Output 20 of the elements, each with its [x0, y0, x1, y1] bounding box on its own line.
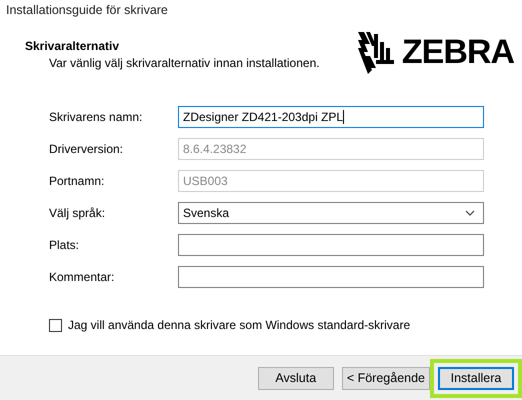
checkbox[interactable] — [49, 318, 62, 332]
field-label: Välj språk: — [49, 206, 106, 220]
zebra-head-icon — [356, 30, 396, 74]
field-label: Portnamn: — [49, 174, 106, 188]
checkbox-label: Jag vill använda denna skrivare som Windows standard-skrivare — [68, 318, 410, 332]
window-title: Installationsguide för skrivare — [5, 2, 169, 17]
field-label: Driverversion: — [49, 142, 124, 156]
language-dropdown[interactable]: Svenska — [178, 202, 484, 224]
caret-icon — [465, 210, 475, 216]
dialog-button[interactable]: < Föregående — [342, 366, 430, 390]
logo-text: ZEBRA — [402, 33, 514, 71]
section-heading: Skrivaralternativ — [25, 39, 120, 53]
dialog-button[interactable]: Avsluta — [258, 366, 334, 390]
section-description: Var vänlig välj skrivaralternativ innan installationen. — [49, 56, 320, 70]
input-field[interactable] — [178, 266, 484, 288]
input-field[interactable] — [178, 234, 484, 256]
field-label: Skrivarens namn: — [49, 110, 144, 124]
field-label: Plats: — [49, 238, 80, 252]
field-label: Kommentar: — [49, 270, 116, 284]
input-field[interactable]: ZDesigner ZD421-203dpi ZPL — [178, 106, 484, 128]
